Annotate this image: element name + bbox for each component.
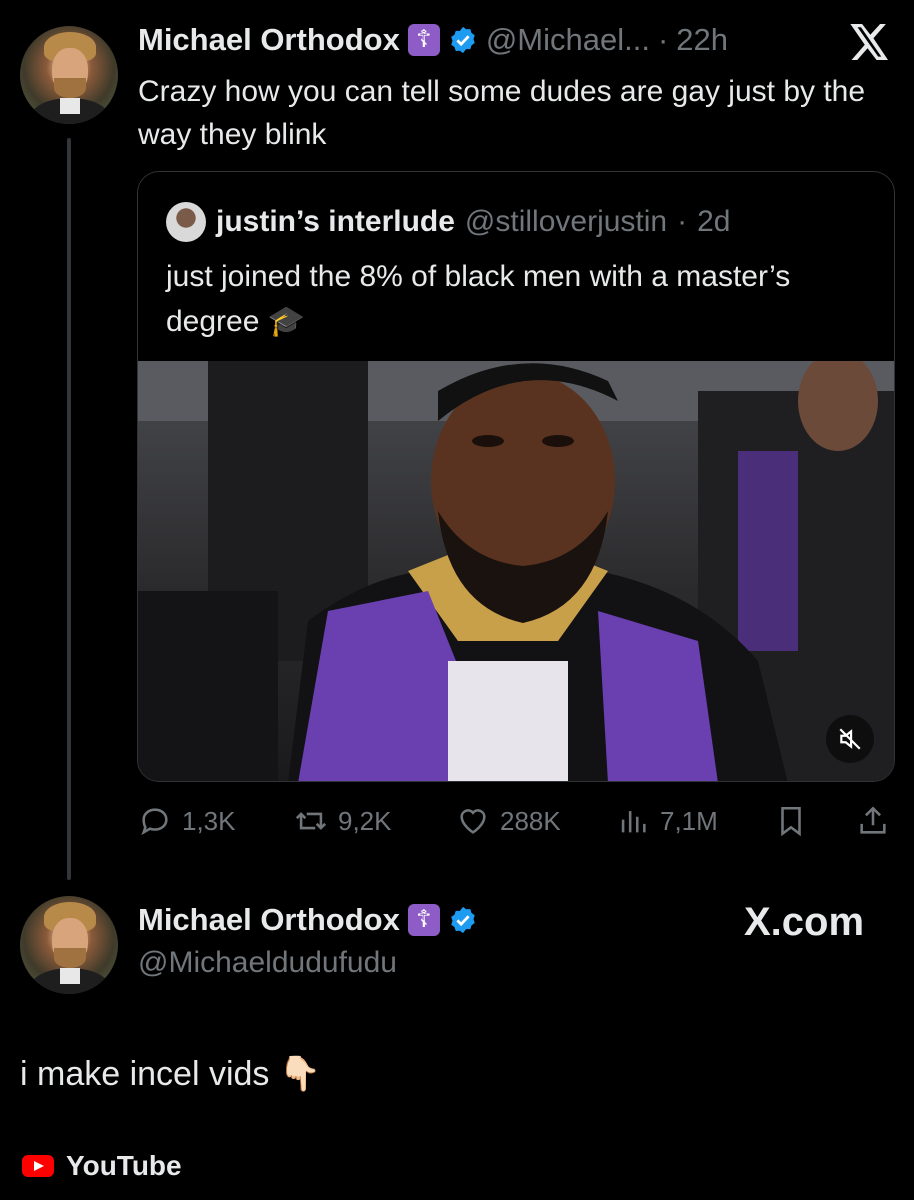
- quoted-tweet[interactable]: justin’s interlude @stilloverjustin · 2d…: [137, 171, 895, 782]
- verified-badge-icon: [451, 906, 475, 934]
- dot-separator: ·: [657, 22, 669, 57]
- like-button[interactable]: 288K: [456, 804, 561, 838]
- x-logo-icon[interactable]: [850, 24, 890, 60]
- youtube-link[interactable]: YouTube: [22, 1150, 182, 1182]
- quote-author-handle[interactable]: @stilloverjustin: [465, 205, 667, 239]
- quote-header: justin’s interlude @stilloverjustin · 2d: [166, 202, 730, 242]
- profile-handle[interactable]: @Michaeldudufudu: [138, 946, 397, 980]
- like-count: 288K: [500, 805, 561, 836]
- repost-count: 9,2K: [338, 805, 392, 836]
- profile-bio: i make incel vids 👇🏻: [20, 1055, 322, 1093]
- thread-line: [67, 138, 71, 880]
- verified-badge-icon: [451, 26, 475, 54]
- orthodox-cross-icon: ☦: [407, 24, 440, 56]
- youtube-icon: [22, 1155, 54, 1177]
- quote-author-name[interactable]: justin’s interlude: [216, 205, 455, 239]
- quote-text: just joined the 8% of black men with a m…: [166, 260, 791, 338]
- tweet-header: Michael Orthodox ☦ @Michael... · 22h: [138, 22, 728, 58]
- heart-icon: [460, 809, 486, 834]
- view-count: 7,1M: [660, 805, 718, 836]
- orthodox-cross-icon: ☦: [407, 904, 440, 936]
- views-icon: [621, 811, 646, 833]
- author-handle[interactable]: @Michael...: [486, 22, 650, 58]
- views-button[interactable]: 7,1M: [616, 804, 718, 838]
- video-frame: [138, 361, 894, 781]
- youtube-link-label: YouTube: [66, 1150, 182, 1181]
- share-button[interactable]: [856, 804, 890, 838]
- bookmark-icon: [781, 806, 801, 837]
- site-label: X.com: [744, 900, 865, 944]
- profile-avatar[interactable]: [20, 896, 118, 994]
- tweet-time[interactable]: 22h: [676, 22, 728, 58]
- quote-dot-separator: ·: [677, 205, 688, 238]
- tweet-text: Crazy how you can tell some dudes are ga…: [138, 75, 866, 151]
- repost-icon: [295, 812, 327, 830]
- repost-button[interactable]: 9,2K: [294, 804, 392, 838]
- profile-header: Michael Orthodox ☦: [138, 902, 478, 938]
- action-bar: 1,3K 9,2K 288K 7,1M: [138, 796, 896, 846]
- quote-time[interactable]: 2d: [697, 205, 730, 239]
- author-name[interactable]: Michael Orthodox: [138, 22, 400, 58]
- bookmark-button[interactable]: [774, 804, 808, 838]
- quote-avatar[interactable]: [166, 202, 206, 242]
- mute-icon[interactable]: [826, 715, 874, 763]
- author-avatar[interactable]: [20, 26, 118, 124]
- reply-icon: [141, 808, 168, 836]
- quote-video[interactable]: [138, 361, 894, 781]
- share-icon: [860, 806, 886, 834]
- profile-name[interactable]: Michael Orthodox: [138, 902, 400, 938]
- reply-count: 1,3K: [182, 805, 236, 836]
- reply-button[interactable]: 1,3K: [138, 804, 236, 838]
